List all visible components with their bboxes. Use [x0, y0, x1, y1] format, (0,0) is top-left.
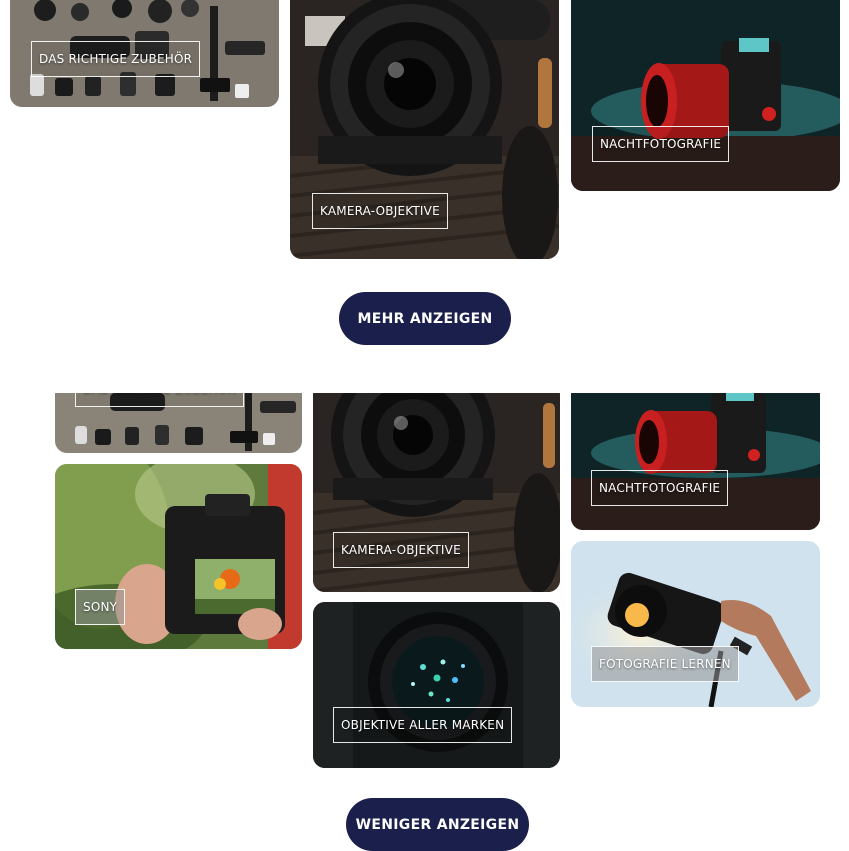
night-camera-photo — [571, 393, 820, 530]
gallery-tile-accessories[interactable]: DAS RICHTIGE ZUBEHÖR — [55, 393, 302, 453]
night-camera-photo — [571, 0, 840, 191]
learn-photography-photo — [571, 541, 820, 707]
gallery-tile-learn-photography[interactable]: FOTOGRAFIE LERNEN — [571, 541, 820, 707]
show-less-button[interactable]: WENIGER ANZEIGEN — [346, 798, 529, 851]
canon-lens-photo — [313, 602, 560, 768]
top-gallery: DAS RICHTIGE ZUBEHÖR KAMERA-OBJEKTIVE NA… — [0, 0, 849, 290]
tile-label: NACHTFOTOGRAFIE — [592, 126, 730, 162]
tile-label: DAS RICHTIGE ZUBEHÖR — [75, 393, 245, 407]
tile-label: KAMERA-OBJEKTIVE — [312, 193, 448, 229]
tile-label: KAMERA-OBJEKTIVE — [333, 532, 469, 568]
gallery-tile-camera-lenses[interactable]: KAMERA-OBJEKTIVE — [290, 0, 559, 259]
gallery-tile-all-brand-lenses[interactable]: OBJEKTIVE ALLER MARKEN — [313, 602, 560, 768]
bottom-gallery: DAS RICHTIGE ZUBEHÖR SONY — [0, 393, 849, 778]
tile-label: OBJEKTIVE ALLER MARKEN — [333, 707, 513, 743]
gallery-tile-night-photography[interactable]: NACHTFOTOGRAFIE — [571, 393, 820, 530]
tile-label: FOTOGRAFIE LERNEN — [591, 646, 739, 682]
gallery-tile-sony[interactable]: SONY — [55, 464, 302, 649]
tile-label: NACHTFOTOGRAFIE — [591, 470, 729, 506]
gallery-tile-night-photography[interactable]: NACHTFOTOGRAFIE — [571, 0, 840, 191]
gallery-tile-accessories[interactable]: DAS RICHTIGE ZUBEHÖR — [10, 0, 279, 107]
tile-label: SONY — [75, 589, 126, 625]
gallery-tile-camera-lenses[interactable]: KAMERA-OBJEKTIVE — [313, 393, 560, 592]
tile-label: DAS RICHTIGE ZUBEHÖR — [31, 41, 201, 77]
show-more-button[interactable]: MEHR ANZEIGEN — [339, 292, 511, 345]
